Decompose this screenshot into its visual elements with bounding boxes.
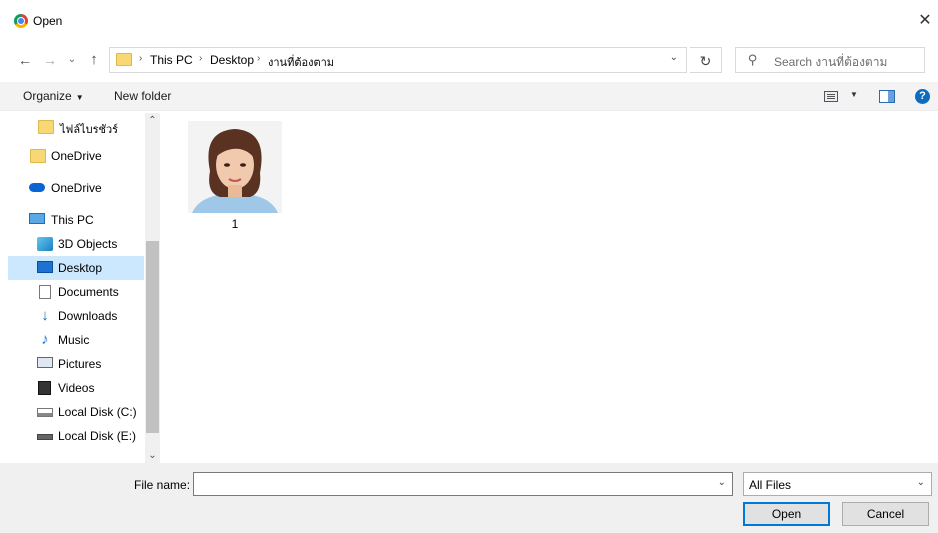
folder-icon bbox=[38, 120, 54, 134]
sidebar-item-label: Pictures bbox=[58, 357, 102, 371]
breadcrumb-separator[interactable]: › bbox=[199, 53, 202, 64]
close-button[interactable]: ✕ bbox=[912, 8, 938, 34]
view-options-icon[interactable] bbox=[824, 91, 838, 102]
sidebar-item-label: Local Disk (C:) bbox=[58, 405, 137, 419]
forward-button[interactable]: → bbox=[41, 48, 59, 72]
desktop-icon bbox=[37, 261, 53, 273]
sidebar-item-documents[interactable]: Documents bbox=[8, 280, 144, 304]
sidebar-item-brochure-folder[interactable]: ไฟล์ไบรชัวร์ bbox=[8, 115, 144, 139]
breadcrumb-this-pc[interactable]: This PC bbox=[150, 53, 193, 67]
cloud-icon bbox=[29, 183, 45, 192]
music-icon: ♪ bbox=[41, 331, 49, 348]
video-icon bbox=[38, 381, 51, 395]
sidebar-scrollbar[interactable]: ⌃ ⌄ bbox=[145, 113, 160, 463]
portrait-photo bbox=[188, 121, 282, 213]
sidebar-item-desktop[interactable]: Desktop bbox=[8, 256, 144, 280]
new-folder-button[interactable]: New folder bbox=[114, 89, 171, 103]
preview-pane-icon[interactable] bbox=[879, 90, 895, 103]
sidebar-item-label: OneDrive bbox=[51, 149, 102, 163]
sidebar-item-onedrive-folder[interactable]: OneDrive bbox=[8, 144, 144, 168]
sidebar-item-onedrive[interactable]: OneDrive bbox=[8, 176, 144, 200]
folder-icon bbox=[116, 53, 132, 66]
chevron-down-icon: ⌄ bbox=[916, 477, 925, 488]
breadcrumb-separator[interactable]: › bbox=[257, 53, 260, 64]
navigation-pane: ไฟล์ไบรชัวร์ OneDrive OneDrive This PC 3… bbox=[8, 113, 160, 463]
document-icon bbox=[39, 285, 51, 299]
dialog-footer: File name: ⌄ All Files ⌄ Open Cancel bbox=[0, 463, 938, 533]
view-dropdown-button[interactable]: ▼ bbox=[850, 90, 858, 99]
file-name-label: 1 bbox=[231, 217, 239, 231]
sidebar-item-3d-objects[interactable]: 3D Objects bbox=[8, 232, 144, 256]
back-button[interactable]: ← bbox=[16, 48, 34, 72]
command-toolbar: Organize ▼ New folder ▼ ? bbox=[0, 82, 938, 111]
breadcrumb-desktop[interactable]: Desktop bbox=[210, 53, 254, 67]
sidebar-item-label: OneDrive bbox=[51, 181, 102, 195]
cancel-button[interactable]: Cancel bbox=[842, 502, 929, 526]
chrome-icon bbox=[14, 14, 28, 28]
disk-icon bbox=[37, 434, 53, 440]
file-name-label: File name: bbox=[134, 478, 191, 492]
pictures-icon bbox=[37, 357, 53, 368]
recent-locations-button[interactable]: ⌄ bbox=[63, 48, 81, 72]
sidebar-item-music[interactable]: ♪ Music bbox=[8, 328, 144, 352]
computer-icon bbox=[29, 213, 45, 224]
breadcrumb-separator[interactable]: › bbox=[139, 53, 142, 64]
sidebar-item-videos[interactable]: Videos bbox=[8, 376, 144, 400]
file-type-value: All Files bbox=[749, 478, 792, 492]
sidebar-item-label: Documents bbox=[58, 285, 119, 299]
organize-button[interactable]: Organize ▼ bbox=[23, 89, 84, 103]
file-name-input[interactable]: ⌄ bbox=[193, 472, 733, 496]
sidebar-item-label: Downloads bbox=[58, 309, 118, 323]
scroll-up-button[interactable]: ⌃ bbox=[145, 115, 160, 126]
address-row: ← → ⌄ ↑ › This PC › Desktop › งานที่ต้อง… bbox=[0, 40, 938, 80]
file-list: 1 bbox=[161, 113, 938, 463]
refresh-button[interactable]: ↻ bbox=[690, 47, 722, 73]
sidebar-item-label: Desktop bbox=[58, 261, 103, 275]
sidebar-item-pictures[interactable]: Pictures bbox=[8, 352, 144, 376]
image-thumbnail bbox=[188, 121, 282, 213]
sidebar-item-label: ไฟล์ไบรชัวร์ bbox=[60, 124, 119, 136]
open-button[interactable]: Open bbox=[743, 502, 830, 526]
scroll-thumb[interactable] bbox=[146, 241, 159, 433]
file-item[interactable]: 1 bbox=[188, 121, 282, 233]
scroll-down-button[interactable]: ⌄ bbox=[145, 450, 160, 461]
folder-icon bbox=[30, 149, 46, 163]
download-icon: ↓ bbox=[41, 307, 49, 324]
up-button[interactable]: ↑ bbox=[85, 48, 103, 72]
window-title: Open bbox=[33, 14, 63, 28]
disk-icon bbox=[37, 408, 53, 417]
sidebar-item-this-pc[interactable]: This PC bbox=[8, 208, 144, 232]
search-box[interactable]: ⚲ Search งานที่ต้องตาม bbox=[735, 47, 925, 73]
help-icon[interactable]: ? bbox=[915, 89, 930, 104]
caret-down-icon: ▼ bbox=[75, 93, 84, 102]
sidebar-item-label: Local Disk (E:) bbox=[58, 429, 137, 443]
sidebar-item-label: This PC bbox=[51, 213, 94, 227]
sidebar-item-local-disk-e[interactable]: Local Disk (E:) bbox=[8, 424, 144, 448]
organize-label: Organize bbox=[23, 89, 72, 103]
sidebar-item-label: Music bbox=[58, 333, 90, 347]
cube-icon bbox=[37, 237, 53, 251]
title-bar: Open ✕ bbox=[0, 0, 938, 40]
search-icon: ⚲ bbox=[748, 52, 758, 67]
address-bar[interactable]: › This PC › Desktop › งานที่ต้องตาม ⌄ bbox=[109, 47, 687, 73]
chevron-down-icon[interactable]: ⌄ bbox=[670, 52, 678, 63]
chevron-down-icon[interactable]: ⌄ bbox=[718, 477, 726, 488]
sidebar-item-local-disk-c[interactable]: Local Disk (C:) bbox=[8, 400, 144, 424]
sidebar-item-downloads[interactable]: ↓ Downloads bbox=[8, 304, 144, 328]
search-input[interactable]: Search งานที่ต้องตาม bbox=[774, 53, 887, 72]
sidebar-item-label: 3D Objects bbox=[58, 237, 118, 251]
sidebar-item-label: Videos bbox=[58, 381, 95, 395]
file-type-select[interactable]: All Files ⌄ bbox=[743, 472, 932, 496]
breadcrumb-current-folder[interactable]: งานที่ต้องตาม bbox=[268, 53, 334, 71]
